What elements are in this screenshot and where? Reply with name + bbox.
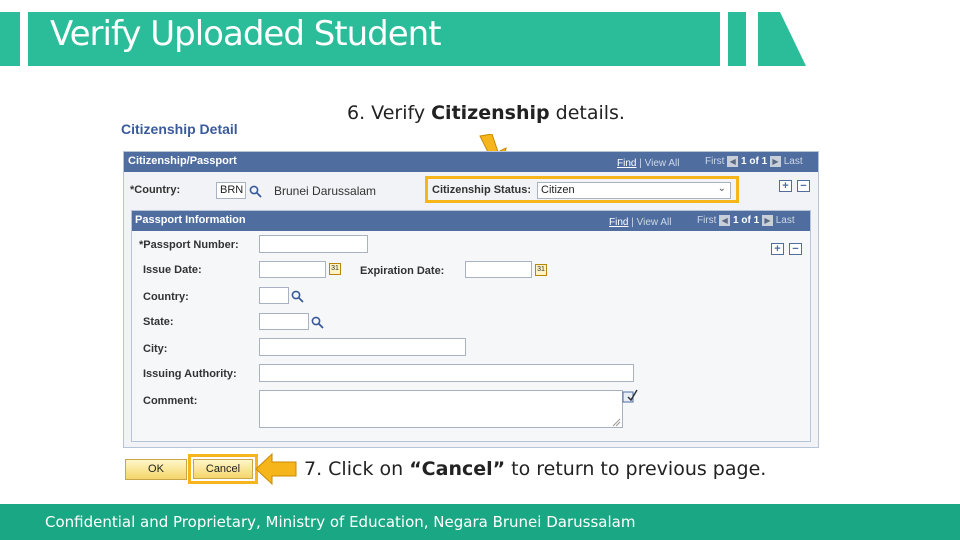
citizenship-status-label: Citizenship Status: [432,184,532,196]
find-link[interactable]: Find [617,158,636,169]
issuing-authority-input[interactable] [259,364,634,382]
spell-check-icon[interactable] [622,388,638,404]
issue-date-label: Issue Date: [143,264,202,276]
step7-instruction: 7. Click on “Cancel” to return to previo… [304,458,767,480]
section-heading: Citizenship Detail [121,121,238,137]
city-label: City: [143,343,168,355]
delete-row-button[interactable]: − [789,243,802,255]
passport-country-label: Country: [143,291,189,303]
city-input[interactable] [259,338,466,356]
slide-title: Verify Uploaded Student [50,14,442,54]
passport-panel-pager: First ◀ 1 of 1 ▶ Last [697,215,795,226]
title-deco-shape [758,12,806,66]
footer-text: Confidential and Proprietary, Ministry o… [45,513,636,531]
resize-handle-icon[interactable] [612,418,621,427]
prev-arrow-icon[interactable]: ◀ [719,215,731,226]
search-icon[interactable] [249,185,262,198]
delete-row-button[interactable]: − [797,180,810,192]
find-link[interactable]: Find [609,217,628,228]
comment-label: Comment: [143,395,198,407]
step6-instruction: 6. Verify Citizenship details. [347,102,625,124]
citizenship-status-select[interactable]: Citizen ⌄ [537,182,731,199]
citizenship-panel-nav: Find | View All [617,158,680,169]
add-row-button[interactable]: + [771,243,784,255]
calendar-icon[interactable]: 31 [329,263,341,275]
country-label: *Country: [130,184,181,196]
passport-country-input[interactable] [259,287,289,304]
first-link[interactable]: First [697,215,716,226]
calendar-icon[interactable]: 31 [535,264,547,276]
passport-panel-title: Passport Information [135,214,246,226]
state-input[interactable] [259,313,309,330]
country-description: Brunei Darussalam [274,184,377,198]
cancel-button[interactable]: Cancel [193,459,253,479]
state-label: State: [143,316,174,328]
title-accent-bar [0,12,20,66]
country-input[interactable]: BRN [216,182,246,199]
view-all-link[interactable]: View All [645,158,680,169]
title-deco-bar [728,12,746,66]
issue-date-input[interactable] [259,261,326,278]
last-link[interactable]: Last [784,156,803,167]
first-link[interactable]: First [705,156,724,167]
citizenship-panel-pager: First ◀ 1 of 1 ▶ Last [705,156,803,167]
ok-button[interactable]: OK [125,459,187,480]
pager-text: 1 of 1 [733,215,760,227]
citizenship-panel-title: Citizenship/Passport [128,155,237,167]
last-link[interactable]: Last [776,215,795,226]
passport-number-label: *Passport Number: [139,239,239,251]
prev-arrow-icon[interactable]: ◀ [727,156,739,167]
pager-text: 1 of 1 [741,156,768,168]
add-row-button[interactable]: + [779,180,792,192]
arrow-left-icon [255,452,297,486]
comment-textarea[interactable] [259,390,623,428]
view-all-link[interactable]: View All [637,217,672,228]
search-icon[interactable] [311,316,324,329]
expiration-date-label: Expiration Date: [360,265,445,277]
passport-panel-nav: Find | View All [609,217,672,228]
search-icon[interactable] [291,290,304,303]
issuing-authority-label: Issuing Authority: [143,368,237,380]
citizenship-status-value: Citizen [541,184,575,196]
next-arrow-icon[interactable]: ▶ [769,156,781,167]
next-arrow-icon[interactable]: ▶ [761,215,773,226]
passport-number-input[interactable] [259,235,368,253]
expiration-date-input[interactable] [465,261,532,278]
chevron-down-icon: ⌄ [717,183,726,194]
